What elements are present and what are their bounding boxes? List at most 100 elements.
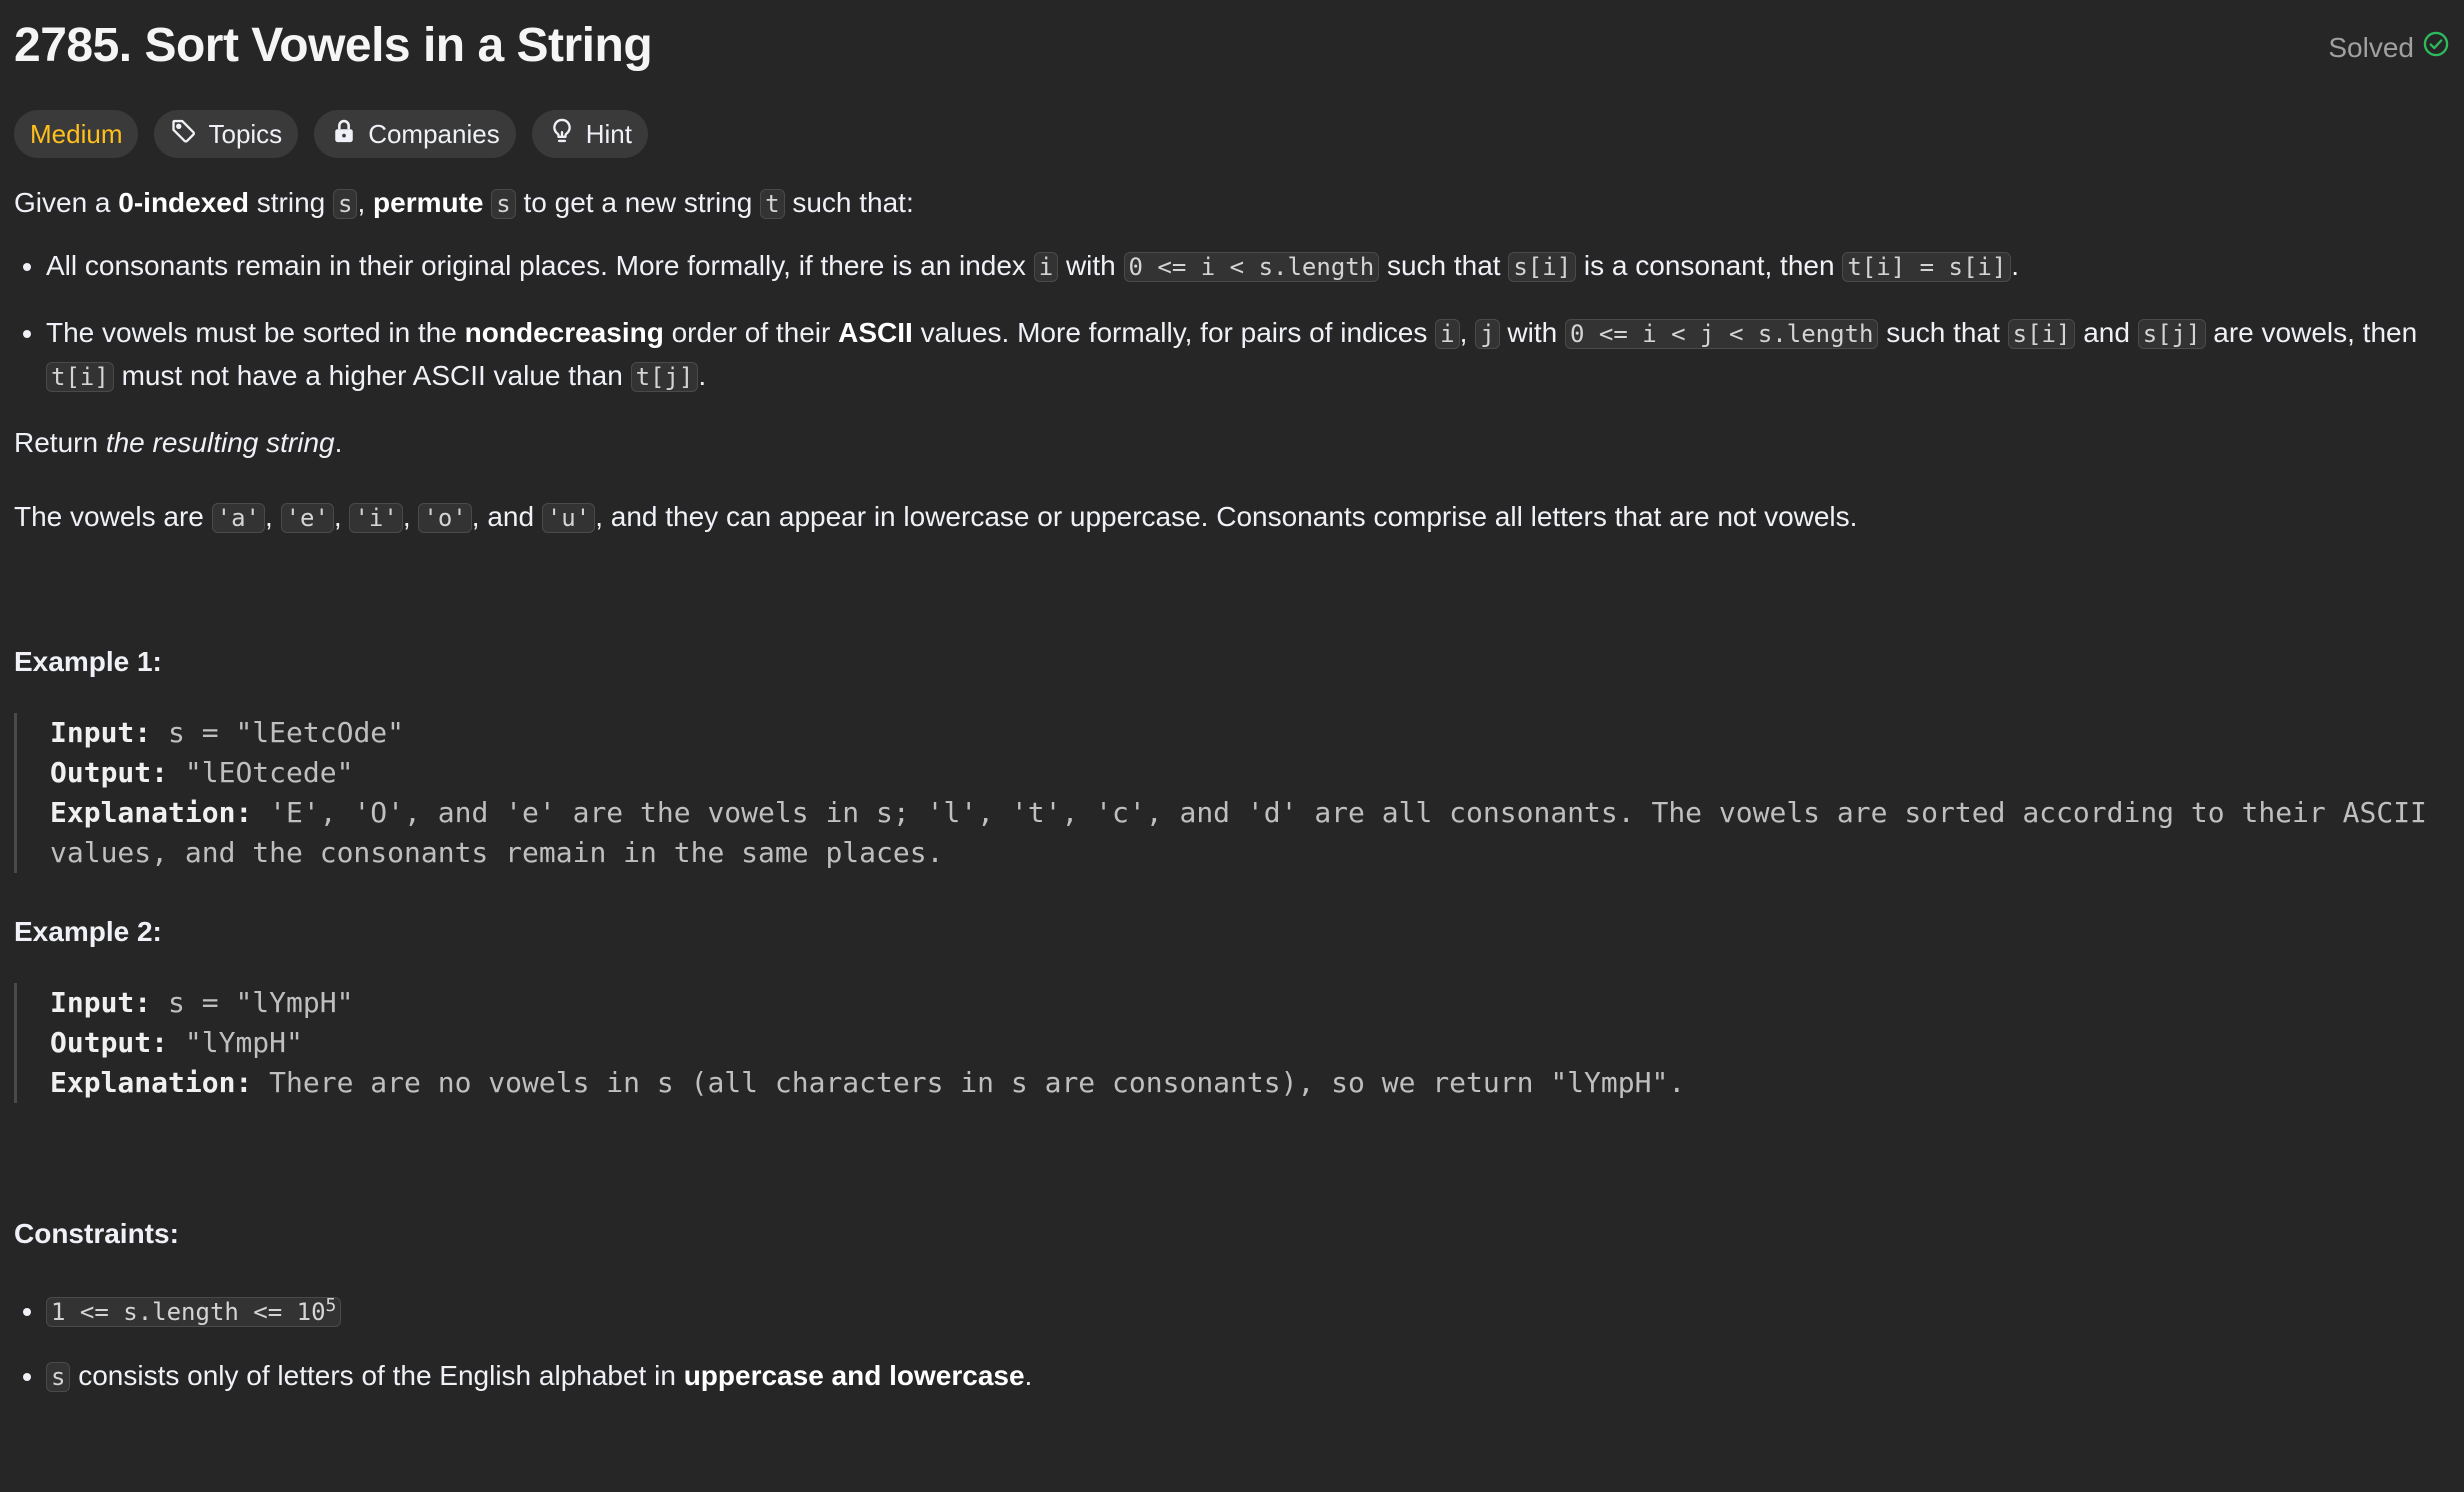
tag-icon [170, 117, 198, 152]
solved-status: Solved [2328, 30, 2450, 65]
text: Return [14, 427, 106, 458]
input-label: Input: [50, 986, 152, 1019]
problem-title[interactable]: 2785. Sort Vowels in a String [14, 18, 653, 73]
text: Given a [14, 187, 119, 218]
example-input-line: Input: s = "lYmpH" [50, 983, 2450, 1023]
exponent: 5 [325, 1295, 337, 1316]
inline-code: j [1475, 319, 1500, 349]
text: and [2075, 317, 2138, 348]
rules-list: All consonants remain in their original … [14, 245, 2450, 398]
inline-code: 'u' [541, 503, 596, 533]
inline-code: t[i] = s[i] [1842, 252, 2012, 282]
problem-statement: Given a 0-indexed string s, permute s to… [14, 182, 2450, 1398]
example-explanation-continued: values, and the consonants remain in the… [50, 836, 944, 869]
inline-code: 0 <= i < s.length [1123, 252, 1380, 282]
inline-code: s[i] [2007, 319, 2076, 349]
text: . [334, 427, 343, 458]
text: must not have a higher ASCII value than [113, 360, 631, 391]
example-2-block: Input: s = "lYmpH" Output: "lYmpH" Expla… [14, 983, 2450, 1103]
text: such that [1878, 317, 2008, 348]
constraint-code: 1 <= s.length <= 105 [46, 1295, 342, 1327]
constraint-length: 1 <= s.length <= 105 [46, 1285, 2450, 1333]
inline-code: s [46, 1362, 71, 1392]
text: , and [471, 501, 542, 532]
lock-icon [330, 117, 358, 152]
rule-consonants: All consonants remain in their original … [46, 245, 2450, 288]
difficulty-label: Medium [30, 118, 123, 149]
check-circle-icon [2422, 30, 2450, 65]
inline-code: 'o' [418, 503, 472, 533]
text: with [1058, 250, 1124, 281]
example-input-line: Input: s = "lEetcOde" [50, 713, 2450, 753]
text: . [2011, 250, 2020, 281]
inline-code: s [491, 189, 516, 219]
example-explanation-line: Explanation: 'E', 'O', and 'e' are the v… [50, 793, 2450, 833]
lightbulb-icon [548, 117, 576, 152]
inline-code: s[j] [2137, 319, 2206, 349]
constraint-letters: s consists only of letters of the Englis… [46, 1355, 2450, 1398]
text: , [1459, 317, 1476, 348]
companies-button[interactable]: Companies [314, 110, 516, 158]
text: consists only of letters of the English … [70, 1360, 684, 1391]
bold-text: 0-indexed [118, 187, 249, 218]
explanation-label: Explanation: [50, 796, 253, 829]
vowels-paragraph: The vowels are 'a', 'e', 'i', 'o', and '… [14, 496, 2450, 539]
topics-label: Topics [208, 118, 283, 149]
inline-code: 0 <= i < j < s.length [1565, 319, 1879, 349]
constraints-title: Constraints: [14, 1218, 179, 1249]
bold-text: nondecreasing [464, 317, 664, 348]
inline-code: 'e' [280, 503, 334, 533]
text: values. More formally, for pairs of indi… [912, 317, 1436, 348]
code-text: 1 <= s.length <= 10 [51, 1298, 326, 1326]
inline-code: s [333, 189, 358, 219]
text: , [333, 501, 350, 532]
companies-label: Companies [368, 118, 500, 149]
example-2-title: Example 2: [14, 916, 162, 947]
hint-label: Hint [585, 118, 632, 149]
output-value: "lEOtcede" [168, 756, 354, 789]
text: are vowels, then [2205, 317, 2418, 348]
inline-code: i [1033, 252, 1059, 282]
bold-text: ASCII [838, 317, 913, 348]
example-output-line: Output: "lEOtcede" [50, 753, 2450, 793]
bold-text: uppercase and lowercase [683, 1360, 1025, 1391]
topics-button[interactable]: Topics [154, 110, 299, 158]
example-1-block: Input: s = "lEetcOde" Output: "lEOtcede"… [14, 713, 2450, 873]
example-1-title: Example 1: [14, 646, 162, 677]
return-paragraph: Return the resulting string. [14, 422, 2450, 464]
solved-label: Solved [2328, 31, 2414, 63]
text: , [265, 501, 281, 532]
text: , [357, 187, 374, 218]
text: such that [1379, 250, 1509, 281]
text: The vowels must be sorted in the [46, 317, 465, 348]
output-label: Output: [50, 1026, 169, 1059]
text: . [1024, 1360, 1033, 1391]
hint-button[interactable]: Hint [531, 110, 648, 158]
output-value: "lYmpH" [168, 1026, 303, 1059]
text: , and they can appear in lowercase or up… [595, 501, 1858, 532]
inline-code: t[j] [630, 362, 699, 392]
example-explanation-line: Explanation: There are no vowels in s (a… [50, 1063, 2450, 1103]
explanation-text: There are no vowels in s (all characters… [252, 1066, 1686, 1099]
inline-code: t [760, 189, 785, 219]
text: is a consonant, then [1576, 250, 1843, 281]
inline-code: s[i] [1508, 252, 1577, 282]
text: , [402, 501, 419, 532]
input-label: Input: [50, 716, 152, 749]
text: . [698, 360, 707, 391]
problem-description-panel: 2785. Sort Vowels in a String Solved Med… [14, 0, 2450, 1420]
italic-text: the resulting string [105, 427, 335, 458]
text: The vowels are [14, 501, 212, 532]
inline-code: t[i] [46, 362, 114, 392]
rule-vowels: The vowels must be sorted in the nondecr… [46, 312, 2450, 398]
text: such that: [784, 187, 914, 218]
text: order of their [663, 317, 839, 348]
inline-code: 'a' [211, 503, 265, 533]
text: string [248, 187, 334, 218]
text: to get a new string [515, 187, 761, 218]
constraints-list: 1 <= s.length <= 105 s consists only of … [14, 1285, 2450, 1398]
explanation-text: 'E', 'O', and 'e' are the vowels in s; '… [252, 796, 2427, 829]
inline-code: i [1435, 319, 1460, 349]
example-output-line: Output: "lYmpH" [50, 1023, 2450, 1063]
text: with [1499, 317, 1565, 348]
